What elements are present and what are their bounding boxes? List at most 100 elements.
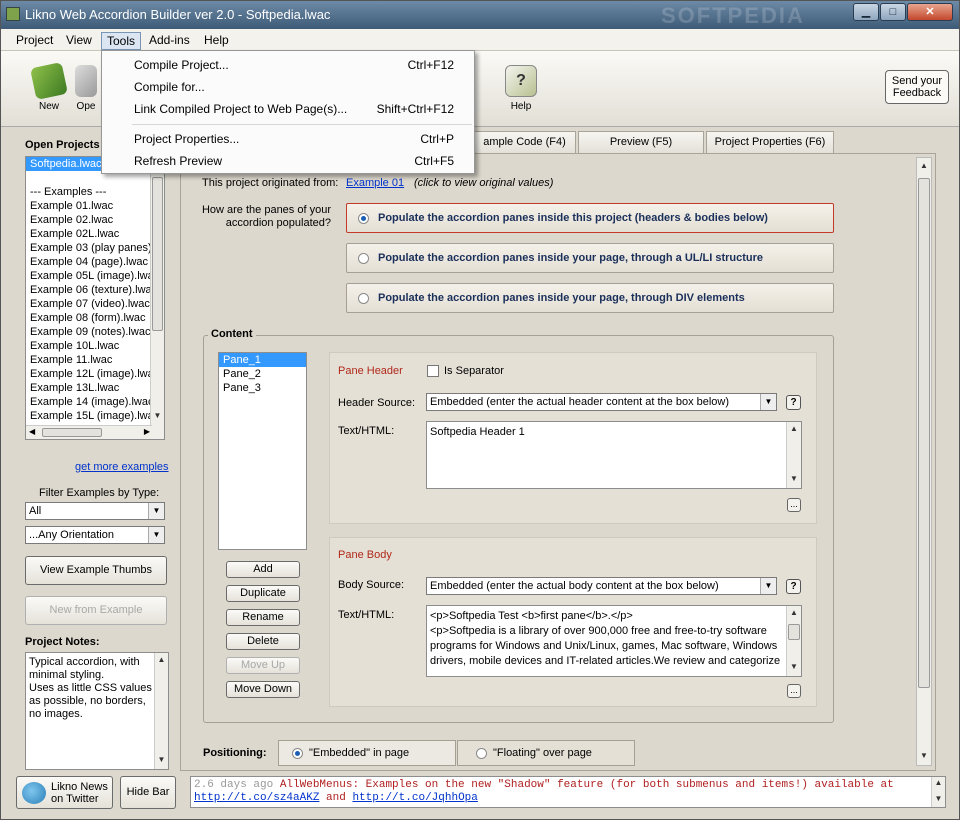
- tab-project-properties[interactable]: Project Properties (F6): [706, 131, 834, 153]
- header-source-select[interactable]: Embedded (enter the actual header conten…: [426, 393, 777, 411]
- scroll-left-icon[interactable]: ◀: [29, 427, 35, 436]
- list-item[interactable]: Example 08 (form).lwac: [26, 311, 164, 325]
- project-notes-textarea[interactable]: Typical accordion, with minimal styling.…: [25, 652, 169, 770]
- list-item[interactable]: Example 01.lwac: [26, 199, 164, 213]
- scroll-up-icon[interactable]: ▲: [787, 424, 801, 433]
- radio-unselected[interactable]: [358, 253, 369, 264]
- help-icon[interactable]: ?: [786, 579, 801, 594]
- tab-preview[interactable]: Preview (F5): [578, 131, 704, 153]
- is-separator-checkbox[interactable]: [427, 365, 439, 377]
- menu-item-compile-for[interactable]: Compile for...: [102, 76, 474, 98]
- scroll-thumb[interactable]: [152, 177, 163, 331]
- menu-addins[interactable]: Add-ins: [144, 32, 195, 48]
- example-01-link[interactable]: Example 01: [346, 177, 404, 189]
- option-inside-project[interactable]: Populate the accordion panes inside this…: [346, 203, 834, 233]
- scroll-thumb[interactable]: [788, 624, 800, 640]
- likno-news-twitter-button[interactable]: Likno News on Twitter: [16, 776, 113, 809]
- scroll-down-icon[interactable]: ▼: [917, 751, 931, 760]
- body-text-vscroll[interactable]: ▲ ▼: [786, 606, 801, 676]
- scroll-down-icon[interactable]: ▼: [151, 411, 164, 420]
- radio-unselected[interactable]: [476, 748, 487, 759]
- option-ul-li[interactable]: Populate the accordion panes inside your…: [346, 243, 834, 273]
- scroll-down-icon[interactable]: ▼: [787, 474, 801, 483]
- list-item[interactable]: Pane_3: [219, 381, 306, 395]
- menu-view[interactable]: View: [61, 32, 97, 48]
- option-div[interactable]: Populate the accordion panes inside your…: [346, 283, 834, 313]
- move-down-button[interactable]: Move Down: [226, 681, 300, 698]
- menu-item-refresh-preview[interactable]: Refresh Preview Ctrl+F5: [102, 150, 474, 172]
- list-item[interactable]: Example 15L (image).lwa: [26, 409, 164, 423]
- scroll-right-icon[interactable]: ▶: [144, 427, 150, 436]
- hide-bar-button[interactable]: Hide Bar: [120, 776, 176, 809]
- list-item[interactable]: Pane_1: [219, 353, 306, 367]
- list-item[interactable]: Example 10L.lwac: [26, 339, 164, 353]
- list-item[interactable]: Example 11.lwac: [26, 353, 164, 367]
- radio-unselected[interactable]: [358, 293, 369, 304]
- duplicate-pane-button[interactable]: Duplicate: [226, 585, 300, 602]
- positioning-floating-option[interactable]: "Floating" over page: [457, 740, 635, 766]
- header-text-input[interactable]: Softpedia Header 1: [426, 421, 802, 489]
- scroll-up-icon[interactable]: ▲: [155, 655, 168, 664]
- list-item[interactable]: Example 13L.lwac: [26, 381, 164, 395]
- hscroll-thumb[interactable]: [42, 428, 102, 437]
- maximize-button[interactable]: □: [880, 3, 906, 21]
- scroll-up-icon[interactable]: ▲: [917, 161, 931, 170]
- scroll-thumb[interactable]: [918, 178, 930, 688]
- list-item[interactable]: Pane_2: [219, 367, 306, 381]
- projects-list[interactable]: Softpedia.lwac --- Examples --- Example 01…: [25, 156, 165, 440]
- header-text-vscroll[interactable]: ▲ ▼: [786, 422, 801, 488]
- new-from-example-button[interactable]: New from Example: [25, 596, 167, 625]
- projects-vscroll[interactable]: ▲ ▼: [150, 157, 164, 439]
- send-feedback-button[interactable]: Send your Feedback: [885, 70, 949, 104]
- tweet-link[interactable]: http://t.co/sz4aAKZ: [194, 792, 319, 804]
- news-vscroll[interactable]: ▲ ▼: [931, 777, 945, 807]
- list-item[interactable]: Example 06 (texture).lwa: [26, 283, 164, 297]
- list-item[interactable]: Example 14 (image).lwac: [26, 395, 164, 409]
- help-button[interactable]: ? Help: [499, 65, 543, 112]
- positioning-embedded-option[interactable]: "Embedded" in page: [278, 740, 456, 766]
- list-item[interactable]: Example 02L.lwac: [26, 227, 164, 241]
- delete-pane-button[interactable]: Delete: [226, 633, 300, 650]
- radio-selected[interactable]: [292, 748, 303, 759]
- menu-item-compile-project[interactable]: Compile Project... Ctrl+F12: [102, 54, 474, 76]
- help-icon[interactable]: ?: [786, 395, 801, 410]
- tab-sample-code[interactable]: ample Code (F4): [473, 131, 576, 153]
- filter-orientation-select[interactable]: ...Any Orientation ▼: [25, 526, 165, 544]
- projects-hscroll[interactable]: ◀ ▶: [26, 425, 152, 439]
- list-item[interactable]: Example 07 (video).lwac: [26, 297, 164, 311]
- scroll-down-icon[interactable]: ▼: [155, 755, 168, 764]
- radio-selected[interactable]: [358, 213, 369, 224]
- menu-project[interactable]: Project: [11, 32, 58, 48]
- menu-item-project-properties[interactable]: Project Properties... Ctrl+P: [102, 128, 474, 150]
- rename-pane-button[interactable]: Rename: [226, 609, 300, 626]
- list-item[interactable]: Example 04 (page).lwac: [26, 255, 164, 269]
- scroll-up-icon[interactable]: ▲: [787, 608, 801, 617]
- get-more-examples-link[interactable]: get more examples: [75, 461, 169, 473]
- new-button[interactable]: New: [27, 62, 71, 112]
- list-item[interactable]: --- Examples ---: [26, 185, 164, 199]
- menu-tools[interactable]: Tools: [101, 32, 142, 50]
- scroll-down-icon[interactable]: ▼: [932, 794, 945, 803]
- list-item[interactable]: Example 02.lwac: [26, 213, 164, 227]
- ellipsis-icon[interactable]: ...: [787, 684, 801, 698]
- notes-vscroll[interactable]: ▲ ▼: [154, 653, 168, 769]
- body-source-select[interactable]: Embedded (enter the actual body content …: [426, 577, 777, 595]
- menu-help[interactable]: Help: [199, 32, 234, 48]
- menu-item-link-compiled[interactable]: Link Compiled Project to Web Page(s)... …: [102, 98, 474, 120]
- filter-type-select[interactable]: All ▼: [25, 502, 165, 520]
- close-button[interactable]: ✕: [907, 3, 953, 21]
- scroll-down-icon[interactable]: ▼: [787, 662, 801, 671]
- move-up-button[interactable]: Move Up: [226, 657, 300, 674]
- list-item[interactable]: Example 09 (notes).lwac: [26, 325, 164, 339]
- panes-list[interactable]: Pane_1 Pane_2 Pane_3: [218, 352, 307, 550]
- list-item[interactable]: Example 03 (play panes): [26, 241, 164, 255]
- main-vscroll[interactable]: ▲ ▼: [916, 157, 932, 766]
- minimize-button[interactable]: ▁: [853, 3, 879, 21]
- open-button[interactable]: Ope: [71, 65, 101, 112]
- add-pane-button[interactable]: Add: [226, 561, 300, 578]
- view-example-thumbs-button[interactable]: View Example Thumbs: [25, 556, 167, 585]
- list-item[interactable]: Example 12L (image).lwa: [26, 367, 164, 381]
- ellipsis-icon[interactable]: ...: [787, 498, 801, 512]
- scroll-up-icon[interactable]: ▲: [932, 778, 945, 787]
- list-item[interactable]: Example 05L (image).lwa: [26, 269, 164, 283]
